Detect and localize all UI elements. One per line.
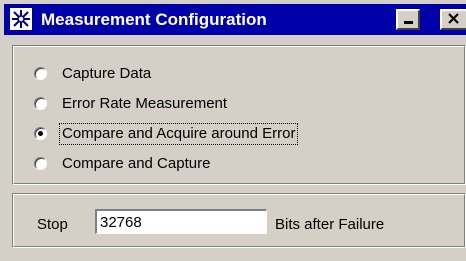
radio-label: Compare and Acquire around Error	[58, 123, 299, 145]
minimize-icon	[404, 21, 413, 24]
radio-label: Capture Data	[62, 65, 152, 82]
close-icon	[448, 13, 459, 24]
title-bar[interactable]: Measurement Configuration	[4, 4, 466, 35]
stop-label: Stop	[37, 216, 68, 233]
minimize-button[interactable]	[396, 9, 420, 30]
stop-bits-input[interactable]	[95, 209, 267, 234]
radio-button[interactable]	[34, 67, 47, 80]
measurement-configuration-window: Measurement Configuration Capture Data E…	[0, 0, 466, 261]
radio-label: Error Rate Measurement	[62, 95, 228, 112]
close-button[interactable]	[440, 9, 466, 30]
radio-button[interactable]	[34, 97, 47, 110]
bits-after-failure-label: Bits after Failure	[275, 216, 385, 233]
radio-dot	[38, 131, 43, 136]
radio-button[interactable]	[34, 127, 47, 140]
window-title: Measurement Configuration	[41, 10, 267, 29]
app-icon[interactable]	[9, 7, 33, 31]
radio-button[interactable]	[34, 157, 47, 170]
radio-label: Compare and Capture	[62, 155, 211, 172]
